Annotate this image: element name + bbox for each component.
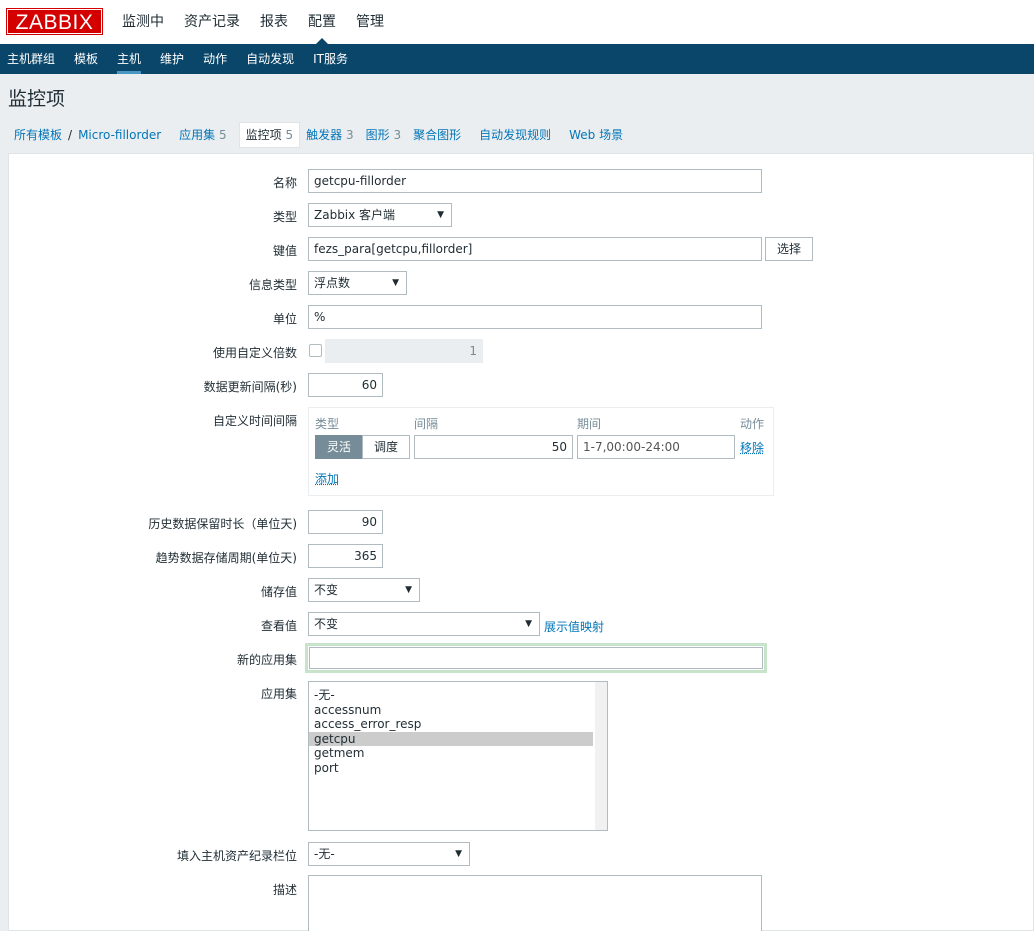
breadcrumb-all-templates[interactable]: 所有模板: [8, 123, 68, 147]
tab-screens[interactable]: 聚合图形: [407, 123, 467, 147]
history-input[interactable]: 90: [308, 510, 383, 534]
chevron-down-icon: ▼: [405, 585, 412, 595]
submenu-host-groups[interactable]: 主机群组: [7, 44, 55, 74]
chevron-down-icon: ▼: [392, 278, 399, 288]
remove-interval-link[interactable]: 移除: [740, 439, 764, 456]
flexible-toggle[interactable]: 灵活: [315, 435, 363, 459]
header-period: 期间: [577, 417, 602, 431]
description-label: 描述: [272, 883, 297, 897]
breadcrumb: 所有模板 / Micro-fillorder 应用集 5 监控项 5 触发器 3…: [8, 122, 629, 148]
trends-input[interactable]: 365: [308, 544, 383, 568]
type-select[interactable]: Zabbix 客户端 ▼: [308, 203, 452, 227]
header-interval: 间隔: [414, 417, 439, 431]
show-value-label: 查看值: [260, 619, 297, 633]
store-value-select[interactable]: 不变 ▼: [308, 578, 420, 602]
new-app-wrapper: [305, 643, 767, 673]
application-option-port[interactable]: port: [309, 761, 593, 776]
submenu-discovery[interactable]: 自动发现: [246, 44, 294, 74]
new-app-input[interactable]: [309, 647, 763, 669]
tab-web-scenarios[interactable]: Web 场景: [563, 123, 629, 147]
multiplier-input: 1: [325, 339, 483, 363]
period-input[interactable]: 1-7,00:00-24:00: [577, 435, 735, 459]
application-option-accessnum[interactable]: accessnum: [309, 703, 593, 718]
name-input[interactable]: getcpu-fillorder: [308, 169, 762, 193]
chevron-down-icon: ▼: [437, 210, 444, 220]
tab-items[interactable]: 监控项 5: [238, 122, 301, 148]
name-label: 名称: [272, 176, 297, 190]
header-type: 类型: [315, 417, 340, 431]
menu-monitoring[interactable]: 监测中: [122, 0, 164, 44]
info-type-select[interactable]: 浮点数 ▼: [308, 271, 407, 295]
add-interval-link[interactable]: 添加: [315, 470, 339, 487]
key-label: 键值: [272, 244, 297, 258]
custom-intervals-label: 自定义时间间隔: [212, 414, 297, 428]
key-select-button[interactable]: 选择: [765, 237, 813, 261]
key-input[interactable]: fezs_para[getcpu,fillorder]: [308, 237, 762, 261]
tab-applications[interactable]: 应用集 5: [173, 123, 232, 147]
submenu-it-services[interactable]: IT服务: [313, 44, 348, 74]
submenu-hosts[interactable]: 主机: [117, 44, 142, 74]
tab-triggers[interactable]: 触发器 3: [300, 123, 359, 147]
history-label: 历史数据保留时长（单位天): [148, 517, 297, 531]
scheduling-toggle[interactable]: 调度: [362, 435, 410, 459]
menu-configuration[interactable]: 配置: [308, 0, 336, 44]
update-interval-label: 数据更新间隔(秒): [203, 380, 297, 394]
update-interval-input[interactable]: 60: [308, 373, 383, 397]
menu-administration[interactable]: 管理: [356, 0, 384, 44]
page-title: 监控项: [8, 88, 66, 110]
custom-intervals-table: 类型 间隔 期间 动作 灵活 调度 50 1-7,00:00-24:00 移除 …: [308, 407, 774, 496]
trends-label: 趋势数据存储周期(单位天): [155, 551, 297, 565]
chevron-down-icon: ▼: [525, 619, 532, 629]
item-form: 名称 getcpu-fillorder 类型 Zabbix 客户端 ▼ 键值 fe…: [8, 153, 1034, 931]
submenu-templates[interactable]: 模板: [74, 44, 98, 74]
inventory-label: 填入主机资产纪录栏位: [176, 849, 297, 863]
multiplier-label: 使用自定义倍数: [212, 346, 297, 360]
applications-listbox[interactable]: -无- accessnum access_error_resp getcpu g…: [308, 681, 608, 831]
applications-label: 应用集: [260, 687, 297, 701]
application-option-getcpu[interactable]: getcpu: [309, 731, 593, 746]
application-option-none[interactable]: -无-: [309, 688, 593, 703]
submenu-maintenance[interactable]: 维护: [160, 44, 184, 74]
menu-inventory[interactable]: 资产记录: [184, 0, 240, 44]
units-label: 单位: [272, 312, 297, 326]
type-label: 类型: [272, 210, 297, 224]
show-value-select[interactable]: 不变 ▼: [308, 612, 540, 636]
applications-list: -无- accessnum access_error_resp getcpu g…: [309, 688, 593, 775]
tab-graphs[interactable]: 图形 3: [360, 123, 407, 147]
header-action: 动作: [740, 417, 765, 431]
multiplier-checkbox[interactable]: [309, 344, 322, 357]
description-textarea[interactable]: [308, 875, 762, 931]
main-menu: 监测中 资产记录 报表 配置 管理: [122, 0, 404, 44]
listbox-scrollbar[interactable]: [595, 682, 607, 830]
interval-input[interactable]: 50: [414, 435, 573, 459]
units-input[interactable]: %: [308, 305, 762, 329]
chevron-down-icon: ▼: [455, 849, 462, 859]
new-app-label: 新的应用集: [236, 653, 297, 667]
show-value-mappings-link[interactable]: 展示值映射: [544, 618, 604, 635]
tab-discovery-rules[interactable]: 自动发现规则: [473, 123, 557, 147]
store-value-label: 储存值: [260, 585, 297, 599]
application-option-access-error-resp[interactable]: access_error_resp: [309, 717, 593, 732]
info-type-label: 信息类型: [248, 278, 297, 292]
sub-menu: 主机群组 模板 主机 维护 动作 自动发现 IT服务: [0, 44, 1034, 74]
submenu-actions[interactable]: 动作: [203, 44, 227, 74]
menu-reports[interactable]: 报表: [260, 0, 288, 44]
breadcrumb-template[interactable]: Micro-fillorder: [72, 123, 167, 147]
application-option-getmem[interactable]: getmem: [309, 746, 593, 761]
zabbix-logo[interactable]: ZABBIX: [6, 8, 103, 35]
top-header: ZABBIX 监测中 资产记录 报表 配置 管理: [0, 0, 1034, 44]
inventory-select[interactable]: -无- ▼: [308, 842, 470, 866]
